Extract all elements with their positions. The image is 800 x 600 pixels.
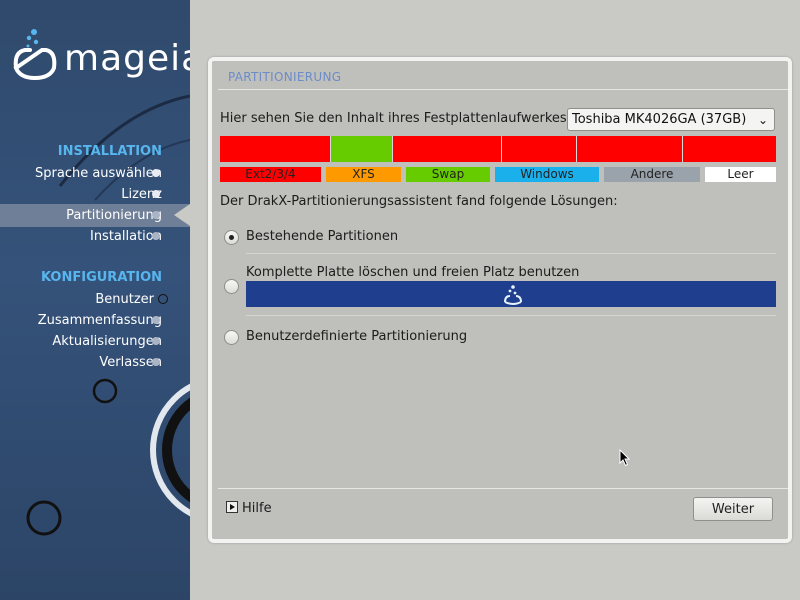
radio-button[interactable] [224, 279, 239, 294]
sidebar-item-partitioning: Partitionierung [66, 208, 162, 223]
step-done-icon [152, 190, 160, 198]
mouse-cursor-icon [619, 449, 631, 467]
next-button[interactable]: Weiter [693, 497, 773, 521]
disk-select[interactable]: Toshiba MK4026GA (37GB) ⌄ [567, 108, 775, 131]
option-label: Komplette Platte löschen und freien Plat… [246, 265, 580, 280]
step-pending-icon [152, 337, 160, 345]
brand-name: mageia [64, 38, 190, 79]
title-divider [218, 89, 788, 90]
mageia-logo: mageia [8, 26, 190, 90]
step-done-icon [152, 169, 160, 177]
legend-xfs: XFS [326, 167, 401, 182]
partition-segment[interactable] [577, 136, 683, 162]
main-panel: PARTITIONIERUNG Hier sehen Sie den Inhal… [208, 57, 792, 543]
solutions-text: Der DrakX-Partitionierungsassistent fand… [220, 194, 618, 209]
help-label: Hilfe [242, 501, 272, 516]
step-pending-icon [152, 232, 160, 240]
sidebar-item-license: Lizenz [121, 187, 162, 202]
legend-empty: Leer [705, 167, 776, 182]
legend-ext: Ext2/3/4 [220, 167, 321, 182]
mageia-mark-icon [504, 285, 522, 305]
footer-divider [218, 488, 788, 489]
section-title-configuration: KONFIGURATION [40, 270, 162, 285]
full-disk-bar [246, 281, 776, 307]
section-title-installation: INSTALLATION [57, 144, 162, 159]
step-active-icon [152, 211, 160, 219]
sidebar-item-summary: Zusammenfassung [37, 313, 162, 328]
legend-swap: Swap [406, 167, 490, 182]
option-label: Bestehende Partitionen [246, 229, 399, 244]
sidebar-item-users: Benutzer [95, 292, 154, 307]
disk-label: Hier sehen Sie den Inhalt ihres Festplat… [220, 111, 567, 126]
radio-button[interactable] [224, 230, 239, 245]
option-divider [246, 253, 776, 254]
step-ring-icon [158, 294, 168, 304]
partition-bar [220, 136, 776, 162]
sidebar-item-installation: Installation [89, 229, 162, 244]
sidebar-item-updates: Aktualisierungen [52, 334, 162, 349]
legend-windows: Windows [495, 167, 599, 182]
radio-button[interactable] [224, 330, 239, 345]
partition-segment[interactable] [331, 136, 393, 162]
help-toggle[interactable]: Hilfe [226, 501, 272, 516]
sidebar: mageia INSTALLATION Sprache auswählen Li… [0, 0, 190, 600]
partition-segment[interactable] [393, 136, 502, 162]
page-title: PARTITIONIERUNG [228, 70, 342, 84]
active-step-notch [174, 204, 190, 226]
expand-triangle-icon [226, 501, 238, 513]
disk-select-value: Toshiba MK4026GA (37GB) [572, 112, 747, 127]
partition-legend: Ext2/3/4 XFS Swap Windows Andere Leer [220, 167, 776, 183]
sidebar-item-language: Sprache auswählen [35, 166, 162, 181]
option-divider [246, 315, 776, 316]
partition-segment[interactable] [220, 136, 331, 162]
partition-segment[interactable] [502, 136, 577, 162]
legend-other: Andere [604, 167, 700, 182]
step-pending-icon [152, 358, 160, 366]
chevron-down-icon: ⌄ [757, 113, 768, 127]
sidebar-item-exit: Verlassen [99, 355, 162, 370]
option-label: Benutzerdefinierte Partitionierung [246, 329, 468, 344]
step-pending-icon [152, 316, 160, 324]
partition-segment[interactable] [683, 136, 776, 162]
